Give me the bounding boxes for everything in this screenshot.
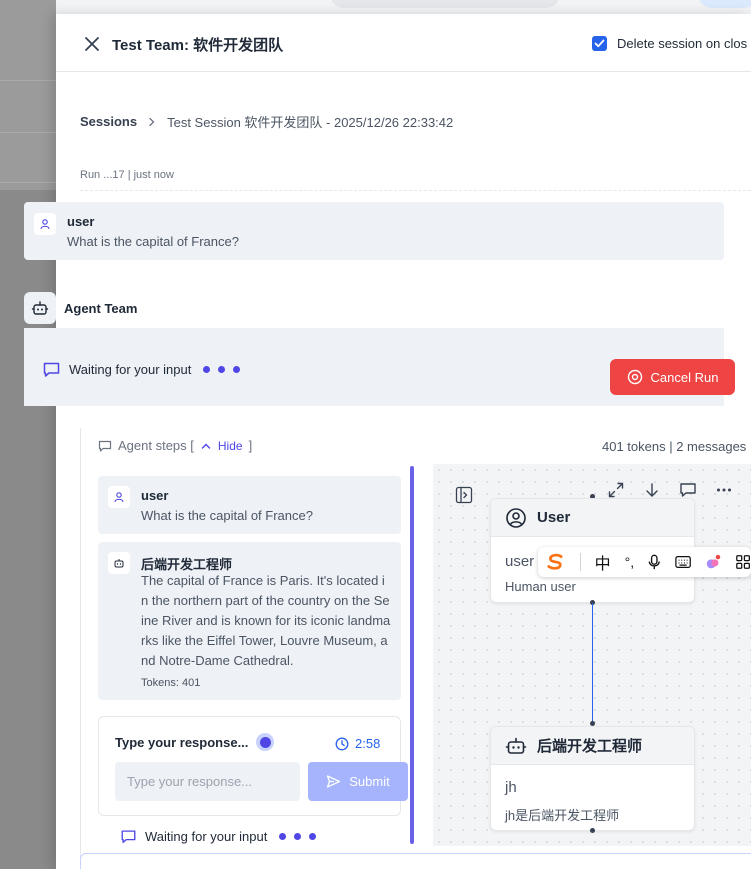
step-message-text: What is the capital of France? — [141, 508, 313, 523]
clock-icon — [335, 737, 349, 750]
graph-node-title: 后端开发工程师 — [537, 738, 643, 755]
agent-team-name: Agent Team — [64, 300, 138, 316]
loading-dots — [279, 833, 317, 840]
user-message-role: user — [67, 214, 95, 229]
agent-steps-header: Agent steps [ Hide ] — [98, 438, 252, 453]
message-icon — [43, 362, 60, 377]
step-message-text: The capital of France is Paris. It's loc… — [141, 573, 391, 668]
graph-node-description: jh是后端开发工程师 — [505, 808, 620, 823]
step-message-user: user What is the capital of France? — [98, 476, 401, 534]
keyboard-icon[interactable] — [674, 554, 691, 570]
user-avatar-icon — [108, 486, 130, 508]
send-icon — [327, 775, 341, 788]
message-icon — [98, 440, 112, 452]
ime-punct-toggle[interactable]: °, — [625, 554, 635, 570]
drawer-header: Test Team: 软件开发团队 Delete session on clos — [56, 14, 751, 72]
waiting-status: Waiting for your input — [42, 360, 241, 379]
bottom-waiting-text: Waiting for your input — [145, 829, 268, 844]
agent-steps-close-bracket: ] — [248, 438, 253, 453]
backdrop-divider — [0, 132, 56, 133]
backdrop — [0, 0, 56, 190]
graph-edge — [592, 603, 593, 724]
panel-toggle-icon[interactable] — [454, 485, 474, 505]
response-box: Type your response... 2:58 Submit — [98, 716, 408, 816]
token-summary: 401 tokens | 2 messages — [602, 439, 747, 454]
delete-session-label: Delete session on clos — [617, 36, 748, 51]
graph-node-subtitle: user — [505, 553, 535, 570]
bottom-waiting-status: Waiting for your input — [120, 828, 317, 845]
backdrop-divider — [0, 182, 56, 183]
chat-input[interactable] — [80, 853, 751, 869]
submit-button[interactable]: Submit — [308, 762, 408, 801]
breadcrumb-current: Test Session 软件开发团队 - 2025/12/26 22:33:4… — [167, 115, 454, 130]
expand-icon[interactable] — [606, 480, 626, 500]
close-icon[interactable] — [82, 34, 102, 54]
graph-node-title: User — [537, 509, 571, 526]
step-message-tokens: Tokens: 401 — [141, 677, 201, 689]
breadcrumb: Sessions Test Session 软件开发团队 - 2025/12/2… — [80, 112, 453, 131]
microphone-icon[interactable] — [648, 553, 661, 571]
chevron-up-icon[interactable] — [200, 440, 212, 452]
response-input[interactable] — [115, 762, 300, 801]
response-title: Type your response... — [115, 733, 275, 751]
scrollbar[interactable] — [410, 466, 414, 844]
stop-circle-icon — [627, 369, 642, 385]
pulse-indicator — [256, 733, 275, 751]
step-message-role: user — [141, 488, 169, 503]
comment-icon[interactable] — [678, 480, 698, 500]
drawer-title: Test Team: 软件开发团队 — [112, 37, 284, 54]
bot-icon — [24, 292, 56, 324]
countdown-value: 2:58 — [355, 736, 381, 751]
ime-mode-toggle[interactable]: 中 — [595, 550, 611, 574]
skin-icon[interactable] — [705, 553, 721, 571]
sogou-logo-icon[interactable] — [546, 552, 566, 572]
agent-team-header: Agent Team — [24, 292, 137, 324]
more-icon[interactable] — [714, 480, 734, 500]
arrow-down-icon[interactable] — [642, 480, 662, 500]
grid-menu-icon[interactable] — [735, 553, 751, 571]
loading-dots — [203, 366, 241, 373]
graph-node-description: Human user — [505, 579, 576, 594]
top-pill-button — [698, 0, 751, 8]
waiting-status-text: Waiting for your input — [69, 362, 192, 377]
run-divider — [80, 190, 751, 191]
top-search-pill — [330, 0, 560, 8]
user-message: user What is the capital of France? — [24, 202, 724, 260]
graph-node-agent[interactable]: 后端开发工程师 jh jh是后端开发工程师 — [490, 726, 695, 831]
message-icon — [121, 830, 136, 843]
graph-node-header: User — [491, 499, 694, 537]
chevron-right-icon — [149, 117, 155, 126]
user-circle-icon — [506, 507, 526, 528]
graph-node-header: 后端开发工程师 — [491, 727, 694, 765]
graph-node-subtitle: jh — [505, 779, 517, 796]
breadcrumb-sessions-link[interactable]: Sessions — [80, 114, 137, 129]
user-message-text: What is the capital of France? — [67, 234, 239, 249]
countdown-timer: 2:58 — [335, 736, 380, 751]
run-info: Run ...17 | just now — [80, 169, 174, 181]
submit-label: Submit — [349, 774, 390, 789]
bot-icon — [108, 552, 130, 574]
delete-session-checkbox[interactable] — [592, 36, 607, 51]
step-message-agent: 后端开发工程师 The capital of France is Paris. … — [98, 542, 401, 700]
top-strip — [0, 0, 751, 14]
ime-divider — [579, 553, 581, 571]
bot-icon — [505, 737, 527, 754]
user-avatar-icon — [34, 213, 56, 235]
backdrop-divider — [0, 80, 56, 81]
hide-steps-toggle[interactable]: Hide — [218, 439, 243, 453]
response-title-text: Type your response... — [115, 734, 249, 750]
ime-toolbar: 中 °, — [538, 547, 751, 577]
cancel-run-label: Cancel Run — [650, 369, 719, 385]
node-port[interactable] — [590, 828, 595, 833]
agent-steps-label: Agent steps [ — [118, 438, 194, 453]
cancel-run-button[interactable]: Cancel Run — [610, 359, 735, 395]
